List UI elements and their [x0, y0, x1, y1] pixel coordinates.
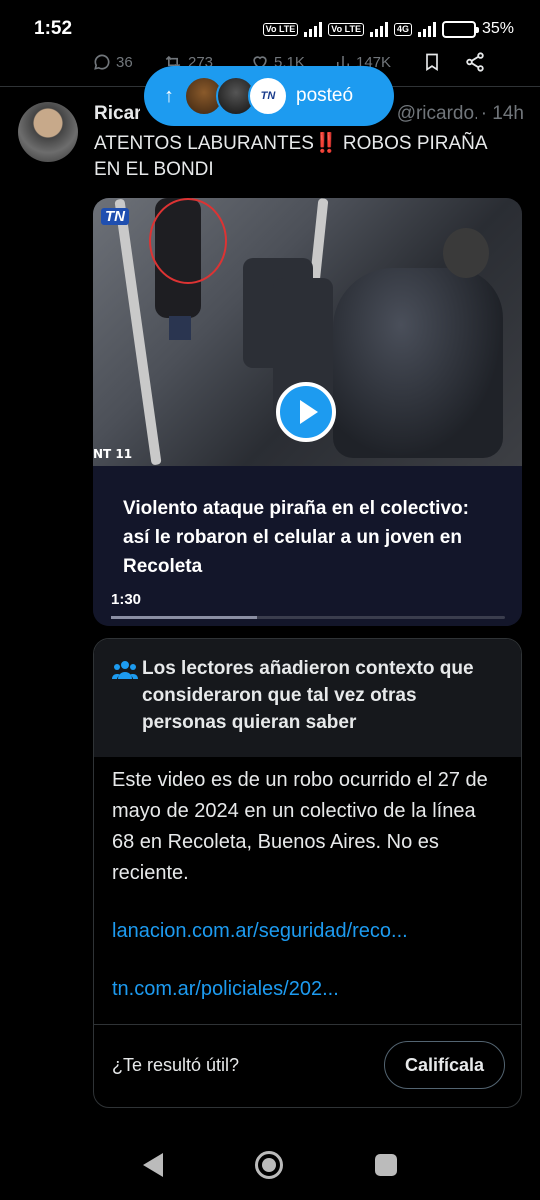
signal-icon	[304, 21, 323, 37]
pill-avatars: TN	[184, 76, 288, 116]
reply-icon	[94, 54, 110, 70]
tweet-text: ATENTOS LABURANTES‼️ ROBOS PIRAÑA EN EL …	[94, 131, 514, 183]
helpful-question: ¿Te resultó útil?	[112, 1054, 240, 1075]
video-caption: Violento ataque piraña en el colectivo: …	[93, 466, 522, 626]
reply-count: 36	[116, 53, 133, 71]
status-time: 1:52	[34, 18, 73, 39]
status-icons: Vo LTE Vo LTE 4G 35%	[262, 20, 514, 38]
back-icon[interactable]	[143, 1153, 163, 1177]
red-highlight-circle	[149, 198, 227, 284]
signal-icon-3	[417, 21, 436, 37]
note-title: Los lectores añadieron contexto que cons…	[142, 658, 474, 733]
note-link-lanacion[interactable]: lanacion.com.ar/seguridad/reco...	[112, 916, 503, 947]
note-footer: ¿Te resultó útil? Califícala	[112, 1041, 505, 1089]
channel-label: NT 11	[93, 447, 133, 461]
tn-logo: TN	[101, 208, 129, 225]
note-link-tn[interactable]: tn.com.ar/policiales/202...	[112, 974, 503, 1005]
man-head	[443, 228, 489, 278]
note-text: Este video es de un robo ocurrido el 27 …	[112, 769, 488, 884]
tweet-time[interactable]: · 14h	[481, 103, 524, 125]
double-exclamation-icon: ‼️	[313, 133, 338, 154]
people-icon	[112, 661, 138, 679]
home-icon[interactable]	[255, 1151, 283, 1179]
network-type-icon: 4G	[393, 22, 412, 36]
arrow-up-icon: ↑	[164, 84, 174, 107]
note-body: Este video es de un robo ocurrido el 27 …	[94, 757, 521, 1005]
standing-person-legs	[169, 316, 191, 340]
bookmark-icon[interactable]	[422, 51, 442, 73]
system-nav-bar	[0, 1130, 540, 1200]
reply-button[interactable]: 36	[92, 52, 162, 72]
signal-icon-2	[369, 21, 388, 37]
avatar: TN	[248, 76, 288, 116]
volte-icon-2: Vo LTE	[328, 22, 364, 36]
note-header: Los lectores añadieron contexto que cons…	[94, 639, 521, 757]
tweet-text-part1: ATENTOS LABURANTES	[94, 133, 314, 154]
battery-percent: 35%	[481, 20, 514, 37]
note-divider	[94, 1024, 521, 1025]
play-button[interactable]	[276, 382, 336, 442]
recents-icon[interactable]	[375, 1154, 397, 1176]
community-note: Los lectores añadieron contexto que cons…	[93, 638, 522, 1108]
video-progress-bar[interactable]	[111, 616, 505, 619]
video-duration: 1:30	[111, 591, 142, 608]
man-in-jacket	[333, 268, 503, 458]
rate-button[interactable]: Califícala	[383, 1041, 505, 1089]
author-avatar[interactable]	[18, 102, 78, 162]
new-posts-pill[interactable]: ↑ TN posteó	[144, 66, 394, 126]
pill-label: posteó	[296, 85, 354, 106]
share-icon[interactable]	[464, 51, 486, 73]
video-progress-fill	[111, 616, 257, 619]
video-player[interactable]: TN NT 11 Violento ataque piraña en el co…	[93, 198, 522, 626]
author-name[interactable]: Ricardo	[94, 103, 140, 125]
volte-icon: Vo LTE	[262, 22, 299, 36]
author-handle[interactable]: @ricardo...	[397, 103, 477, 125]
battery-icon	[441, 20, 479, 38]
